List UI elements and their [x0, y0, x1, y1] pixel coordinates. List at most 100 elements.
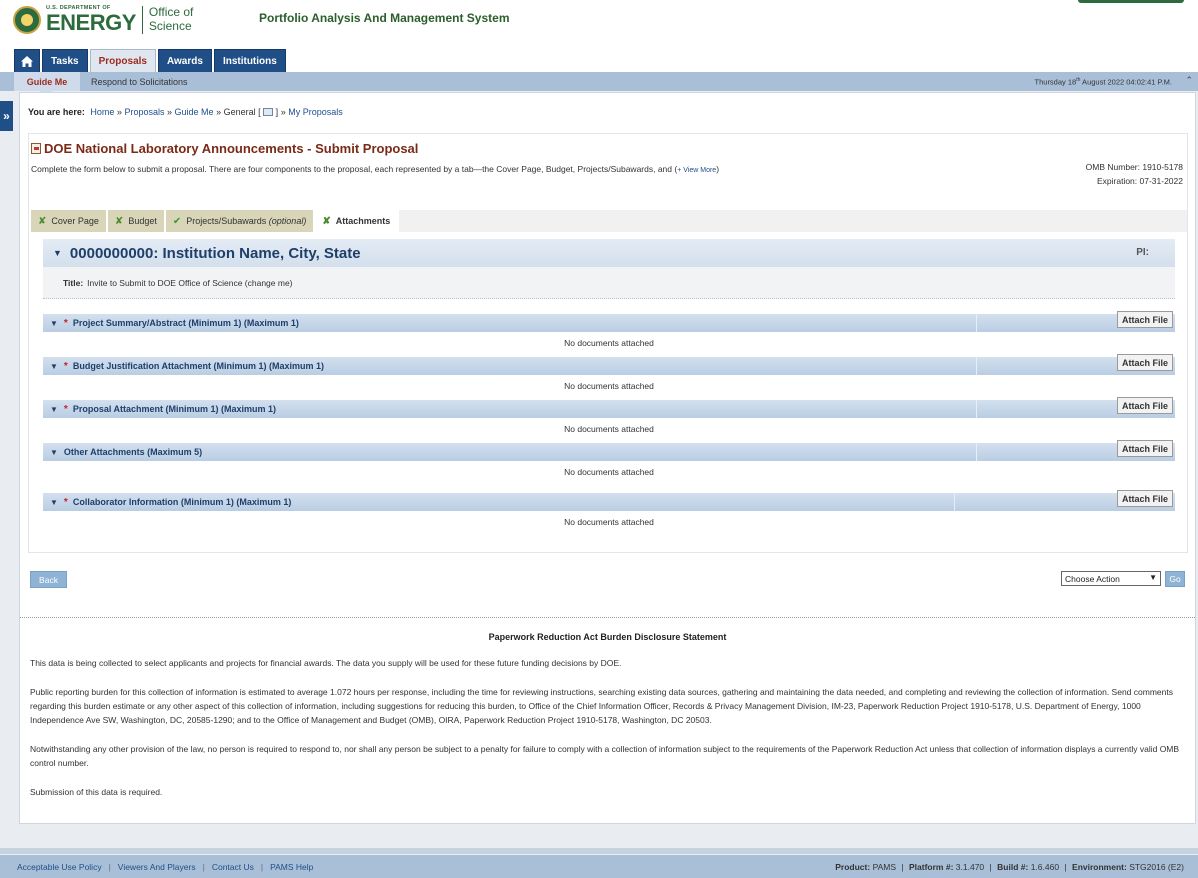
- required-marker: *: [63, 496, 68, 508]
- disclosure-paragraph: Notwithstanding any other provision of t…: [30, 744, 1180, 768]
- choose-action-select[interactable]: Choose Action ▼: [1061, 571, 1161, 586]
- go-button[interactable]: Go: [1165, 571, 1185, 587]
- no-documents-text: No documents attached: [564, 424, 654, 434]
- doe-seal-icon: [13, 6, 41, 34]
- no-documents-text: No documents attached: [564, 517, 654, 527]
- attach-file-button[interactable]: Attach File: [1116, 440, 1173, 457]
- breadcrumb-guide-me[interactable]: Guide Me: [175, 107, 214, 117]
- document-icon: [31, 143, 41, 154]
- attachment-header[interactable]: ▼ * Proposal Attachment (Minimum 1) (Max…: [43, 397, 1175, 418]
- attachment-header[interactable]: ▼ * Project Summary/Abstract (Minimum 1)…: [43, 311, 1175, 332]
- double-chevron-up-icon[interactable]: ⌃: [1185, 75, 1193, 86]
- nav-tab-home[interactable]: [14, 49, 40, 72]
- calendar-icon[interactable]: [263, 108, 274, 116]
- proposal-tabs: ✘ Cover Page ✘ Budget ✔ Projects/Subawar…: [31, 210, 1187, 232]
- breadcrumb: You are here: Home » Proposals » Guide M…: [28, 107, 343, 117]
- attach-file-button[interactable]: Attach File: [1116, 354, 1173, 371]
- attachment-section-collaborator: ▼ * Collaborator Information (Minimum 1)…: [43, 490, 1175, 533]
- attachment-section-other: ▼ Other Attachments (Maximum 5) Attach F…: [43, 440, 1175, 483]
- nav-tab-tasks[interactable]: Tasks: [42, 49, 88, 72]
- breadcrumb-my-proposals[interactable]: My Proposals: [288, 107, 343, 117]
- required-marker: *: [63, 360, 68, 372]
- attachment-header[interactable]: ▼ Other Attachments (Maximum 5) Attach F…: [43, 440, 1175, 461]
- institution-name: 0000000000: Institution Name, City, Stat…: [69, 244, 361, 262]
- disclosure-heading: Paperwork Reduction Act Burden Disclosur…: [488, 632, 727, 642]
- x-check-icon: ✘: [114, 215, 124, 227]
- no-documents-text: No documents attached: [564, 381, 654, 391]
- logo-energy-text: ENERGY: [46, 9, 136, 35]
- caret-down-icon[interactable]: ▼: [50, 319, 58, 328]
- x-check-icon: ✘: [322, 215, 331, 227]
- attach-file-button[interactable]: Attach File: [1116, 311, 1173, 328]
- content-panel: You are here: Home » Proposals » Guide M…: [19, 92, 1196, 824]
- breadcrumb-proposals[interactable]: Proposals: [124, 107, 164, 117]
- pi-label: PI:: [1136, 247, 1149, 258]
- required-marker: *: [63, 403, 68, 415]
- subnav-respond-to-solicitations[interactable]: Respond to Solicitations: [91, 72, 188, 91]
- caret-down-icon[interactable]: ▼: [50, 498, 58, 507]
- proposal-title-row: Title: Invite to Submit to DOE Office of…: [43, 267, 1175, 299]
- attachment-section-project-summary: ▼ * Project Summary/Abstract (Minimum 1)…: [43, 311, 1175, 354]
- doe-logo[interactable]: U.S. DEPARTMENT OF ENERGY Office of Scie…: [13, 4, 203, 36]
- footer-link-help[interactable]: PAMS Help: [270, 862, 313, 872]
- site-header: U.S. DEPARTMENT OF ENERGY Office of Scie…: [0, 0, 1198, 72]
- double-chevron-right-icon[interactable]: »: [0, 101, 13, 131]
- omb-info: OMB Number: 1910-5178 Expiration: 07-31-…: [1086, 160, 1183, 188]
- chevron-down-icon: ▼: [1149, 573, 1157, 582]
- proposal-box: DOE National Laboratory Announcements - …: [28, 133, 1188, 553]
- back-button[interactable]: Back: [30, 571, 67, 588]
- paperwork-disclosure: Paperwork Reduction Act Burden Disclosur…: [20, 617, 1195, 814]
- footer-link-viewers[interactable]: Viewers And Players: [118, 862, 196, 872]
- footer-strip: [0, 848, 1198, 854]
- footer-link-acceptable-use[interactable]: Acceptable Use Policy: [17, 862, 102, 872]
- check-icon: ✔: [172, 215, 182, 227]
- breadcrumb-home[interactable]: Home: [90, 107, 114, 117]
- attachment-section-proposal: ▼ * Proposal Attachment (Minimum 1) (Max…: [43, 397, 1175, 440]
- caret-down-icon[interactable]: ▼: [50, 405, 58, 414]
- logo-divider: [141, 6, 143, 34]
- tab-budget[interactable]: ✘ Budget: [107, 210, 166, 232]
- caret-down-icon[interactable]: ▼: [50, 448, 58, 457]
- attach-file-button[interactable]: Attach File: [1116, 490, 1173, 507]
- main-nav: Tasks Proposals Awards Institutions: [14, 49, 286, 72]
- attachment-section-budget-justification: ▼ * Budget Justification Attachment (Min…: [43, 354, 1175, 397]
- tab-projects-subawards[interactable]: ✔ Projects/Subawards (optional): [165, 210, 316, 232]
- nav-tab-institutions[interactable]: Institutions: [213, 49, 286, 72]
- logo-science-text: Science: [148, 19, 192, 33]
- subnav-guide-me[interactable]: Guide Me: [14, 72, 80, 91]
- footer-links: Acceptable Use Policy | Viewers And Play…: [17, 861, 314, 872]
- disclosure-paragraph: Submission of this data is required.: [30, 787, 163, 797]
- nav-tab-proposals[interactable]: Proposals: [89, 49, 156, 72]
- no-documents-text: No documents attached: [564, 467, 654, 477]
- disclosure-paragraph: This data is being collected to select a…: [30, 658, 622, 668]
- view-more-link[interactable]: + View More: [677, 167, 716, 174]
- institution-header[interactable]: ▼ 0000000000: Institution Name, City, St…: [43, 239, 1175, 267]
- attach-file-button[interactable]: Attach File: [1116, 397, 1173, 414]
- title-value: Invite to Submit to DOE Office of Scienc…: [87, 277, 293, 288]
- site-footer: Acceptable Use Policy | Viewers And Play…: [0, 855, 1198, 878]
- breadcrumb-lead: You are here:: [28, 107, 85, 117]
- footer-link-contact[interactable]: Contact Us: [212, 862, 254, 872]
- page-title-text: DOE National Laboratory Announcements - …: [44, 141, 419, 156]
- sub-nav: Guide Me Respond to Solicitations Thursd…: [0, 72, 1198, 98]
- attachment-header[interactable]: ▼ * Budget Justification Attachment (Min…: [43, 354, 1175, 375]
- omb-expiration: Expiration: 07-31-2022: [1096, 176, 1183, 186]
- title-label: Title:: [63, 277, 84, 288]
- tab-attachments[interactable]: ✘ Attachments: [315, 210, 400, 232]
- caret-down-icon[interactable]: ▼: [50, 362, 58, 371]
- page-title: DOE National Laboratory Announcements - …: [31, 141, 418, 156]
- caret-down-icon[interactable]: ▼: [53, 248, 62, 258]
- breadcrumb-general: General [: [223, 107, 261, 117]
- nav-tab-awards[interactable]: Awards: [157, 49, 212, 72]
- disclosure-paragraph: Public reporting burden for this collect…: [30, 687, 1173, 725]
- required-marker: *: [63, 317, 68, 329]
- build-info: Product: PAMS | Platform #: 3.1.470 | Bu…: [835, 862, 1184, 872]
- x-check-icon: ✘: [38, 215, 47, 227]
- omb-number: OMB Number: 1910-5178: [1085, 162, 1183, 172]
- attachment-header[interactable]: ▼ * Collaborator Information (Minimum 1)…: [43, 490, 1175, 511]
- no-documents-text: No documents attached: [564, 338, 654, 348]
- top-right-tab[interactable]: [1078, 0, 1184, 3]
- home-icon: [21, 55, 33, 67]
- tab-cover-page[interactable]: ✘ Cover Page: [31, 210, 108, 232]
- logo-office-text: Office of: [148, 5, 194, 20]
